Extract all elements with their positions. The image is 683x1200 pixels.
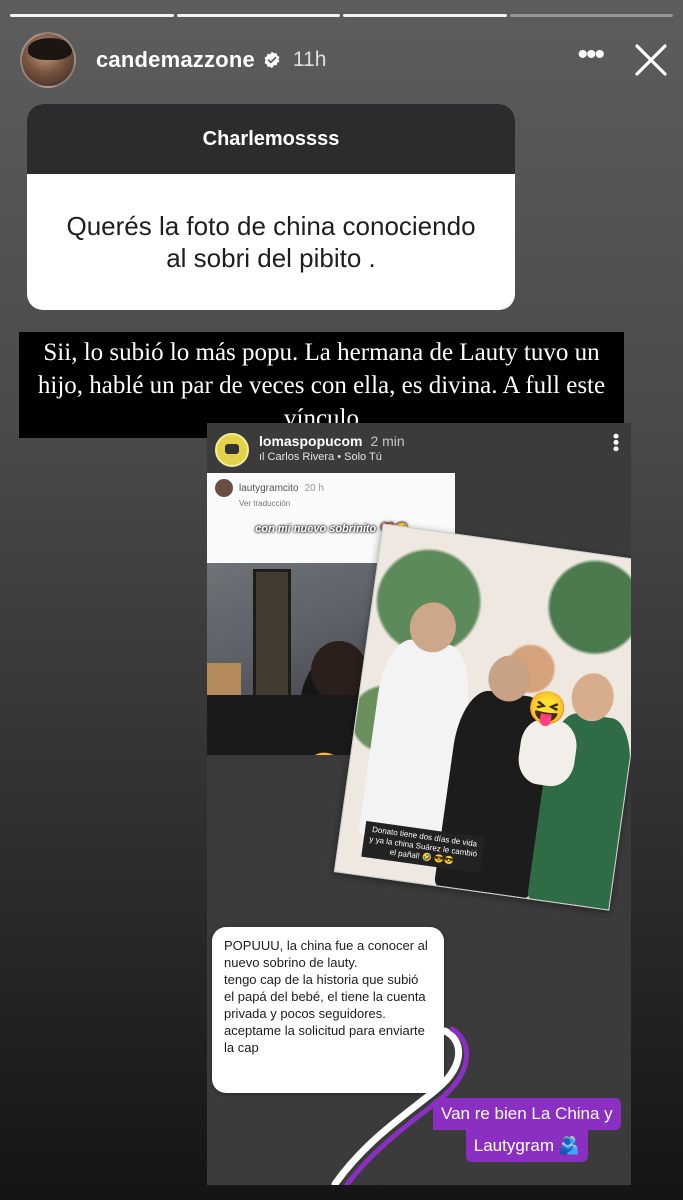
sticker-line-1: Van re bien La China y: [433, 1098, 621, 1130]
progress-segment: [10, 14, 174, 17]
sticker-line-2: Lautygram 🫂: [465, 1130, 588, 1162]
face-emoji-icon: 😝: [525, 687, 570, 729]
progress-segment: [343, 14, 507, 17]
more-icon[interactable]: •••: [606, 433, 626, 452]
verified-icon: [264, 51, 280, 69]
face-emoji-icon: 😝: [303, 751, 345, 755]
inner-avatar: [215, 479, 233, 497]
username[interactable]: candemazzone: [96, 47, 255, 73]
inner-time: 20 h: [304, 482, 324, 494]
story-header: candemazzone 11h •••: [20, 30, 669, 90]
progress-segment: [176, 14, 340, 17]
text-sticker: Van re bien La China y Lautygram 🫂: [433, 1098, 621, 1162]
avatar[interactable]: [20, 32, 76, 88]
question-text: Querés la foto de china conociendo al so…: [66, 211, 476, 273]
translate-link: Ver traducción: [239, 499, 291, 508]
more-icon[interactable]: •••: [577, 40, 604, 80]
shared-post-header: lomaspopucom 2 min ıl Carlos Rivera • So…: [215, 433, 626, 473]
inner-username: lautygramcito: [239, 482, 299, 494]
shared-post[interactable]: lomaspopucom 2 min ıl Carlos Rivera • So…: [207, 423, 631, 1185]
time-ago: 11h: [292, 48, 327, 71]
question-title: Charlemossss: [27, 104, 515, 174]
question-sticker: Charlemossss Querés la foto de china con…: [27, 104, 515, 310]
group-photo: 😝 Donato tiene dos días de vida y ya la …: [333, 523, 631, 911]
progress-segment: [509, 14, 673, 17]
music-label: ıl Carlos Rivera • Solo Tú: [259, 451, 382, 463]
story-progress-bar: [10, 14, 673, 17]
shared-post-username[interactable]: lomaspopucom: [259, 433, 362, 449]
shared-post-time: 2 min: [370, 433, 405, 449]
shared-post-avatar[interactable]: [215, 433, 249, 467]
close-icon[interactable]: [633, 42, 669, 78]
